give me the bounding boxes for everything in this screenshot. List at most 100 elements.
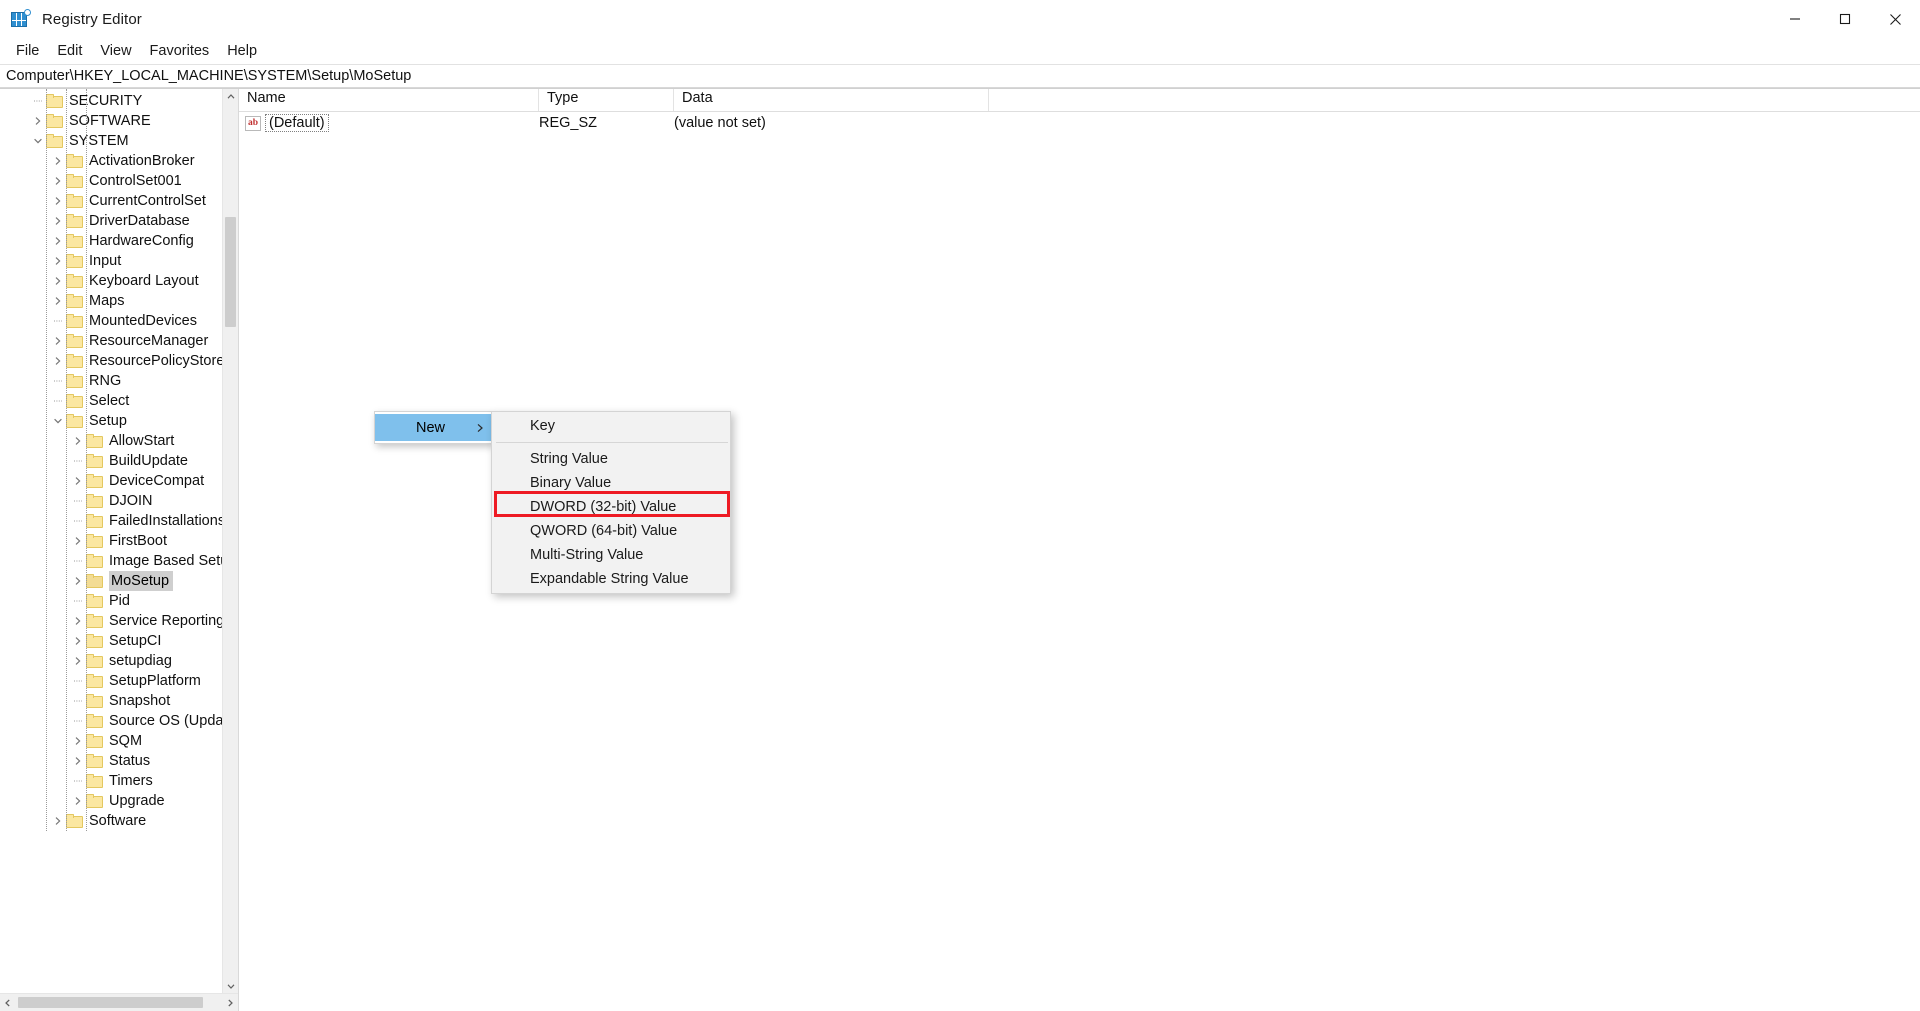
tree-item-currentcontrolset[interactable]: CurrentControlSet <box>0 191 238 211</box>
tree-item-sqm[interactable]: SQM <box>0 731 238 751</box>
chevron-right-icon[interactable] <box>50 171 66 191</box>
context-submenu-new[interactable]: Key String Value Binary Value DWORD (32-… <box>491 411 731 594</box>
maximize-button[interactable] <box>1820 0 1870 38</box>
chevron-down-icon[interactable] <box>30 131 46 151</box>
folder-icon <box>46 134 63 148</box>
tree-item-service-reporting[interactable]: Service Reporting <box>0 611 238 631</box>
tree-item-system[interactable]: SYSTEM <box>0 131 238 151</box>
submenu-item-qword-64bit-value[interactable]: QWORD (64-bit) Value <box>492 519 730 543</box>
chevron-right-icon[interactable] <box>50 211 66 231</box>
submenu-item-binary-value[interactable]: Binary Value <box>492 471 730 495</box>
chevron-right-icon[interactable] <box>70 651 86 671</box>
tree-item-keyboard-layout[interactable]: Keyboard Layout <box>0 271 238 291</box>
chevron-right-icon[interactable] <box>50 331 66 351</box>
chevron-right-icon[interactable] <box>70 611 86 631</box>
tree-item-timers[interactable]: Timers <box>0 771 238 791</box>
tree-item-setup[interactable]: Setup <box>0 411 238 431</box>
menu-favorites[interactable]: Favorites <box>141 40 219 62</box>
tree-item-controlset001[interactable]: ControlSet001 <box>0 171 238 191</box>
tree-item-maps[interactable]: Maps <box>0 291 238 311</box>
tree-item-software[interactable]: Software <box>0 811 238 831</box>
tree-item-select[interactable]: Select <box>0 391 238 411</box>
tree-item-activationbroker[interactable]: ActivationBroker <box>0 151 238 171</box>
tree-item-setupci[interactable]: SetupCI <box>0 631 238 651</box>
tree-item-failedinstallations[interactable]: FailedInstallations <box>0 511 238 531</box>
chevron-right-icon[interactable] <box>70 471 86 491</box>
menu-edit[interactable]: Edit <box>48 40 91 62</box>
column-header-type[interactable]: Type <box>539 89 674 111</box>
tree-item-hardwareconfig[interactable]: HardwareConfig <box>0 231 238 251</box>
tree-item-label: DriverDatabase <box>89 213 190 229</box>
tree-item-resourcemanager[interactable]: ResourceManager <box>0 331 238 351</box>
tree-item-upgrade[interactable]: Upgrade <box>0 791 238 811</box>
scroll-right-arrow-icon[interactable] <box>222 994 238 1011</box>
chevron-right-icon[interactable] <box>70 631 86 651</box>
menu-view[interactable]: View <box>91 40 140 62</box>
chevron-right-icon[interactable] <box>50 811 66 831</box>
tree-scroll-thumb[interactable] <box>225 217 236 327</box>
submenu-item-multi-string-value[interactable]: Multi-String Value <box>492 543 730 567</box>
tree-item-allowstart[interactable]: AllowStart <box>0 431 238 451</box>
tree-item-status[interactable]: Status <box>0 751 238 771</box>
column-header-name[interactable]: Name <box>239 89 539 111</box>
close-button[interactable] <box>1870 0 1920 38</box>
chevron-right-icon[interactable] <box>70 571 86 591</box>
tree-item-mounteddevices[interactable]: MountedDevices <box>0 311 238 331</box>
chevron-right-icon[interactable] <box>50 291 66 311</box>
submenu-item-key[interactable]: Key <box>492 414 730 438</box>
tree-item-snapshot[interactable]: Snapshot <box>0 691 238 711</box>
tree-item-image-based-setup[interactable]: Image Based Setup <box>0 551 238 571</box>
chevron-right-icon[interactable] <box>50 271 66 291</box>
chevron-right-icon[interactable] <box>50 251 66 271</box>
tree-item-setupplatform[interactable]: SetupPlatform <box>0 671 238 691</box>
tree-item-label: CurrentControlSet <box>89 193 206 209</box>
tree-item-resourcepolicystore[interactable]: ResourcePolicyStore <box>0 351 238 371</box>
tree-vertical-scrollbar[interactable] <box>222 89 238 993</box>
chevron-right-icon[interactable] <box>70 431 86 451</box>
tree-item-source-os-updated[interactable]: Source OS (Updated) <box>0 711 238 731</box>
chevron-right-icon[interactable] <box>50 151 66 171</box>
minimize-button[interactable] <box>1770 0 1820 38</box>
chevron-right-icon[interactable] <box>50 191 66 211</box>
chevron-right-icon[interactable] <box>50 231 66 251</box>
chevron-right-icon[interactable] <box>50 351 66 371</box>
tree-item-firstboot[interactable]: FirstBoot <box>0 531 238 551</box>
scroll-up-arrow-icon[interactable] <box>223 89 238 104</box>
tree-item-setupdiag[interactable]: setupdiag <box>0 651 238 671</box>
column-header-data[interactable]: Data <box>674 89 989 111</box>
tree-item-mosetup[interactable]: MoSetup <box>0 571 238 591</box>
address-bar[interactable]: Computer\HKEY_LOCAL_MACHINE\SYSTEM\Setup… <box>0 64 1920 88</box>
context-menu[interactable]: New <box>374 411 493 444</box>
table-row[interactable]: ab (Default) REG_SZ (value not set) <box>239 112 1920 134</box>
scroll-down-arrow-icon[interactable] <box>223 978 238 993</box>
tree-item-pid[interactable]: Pid <box>0 591 238 611</box>
tree-guide-line <box>46 89 48 831</box>
chevron-down-icon[interactable] <box>50 411 66 431</box>
submenu-item-dword-32bit-value[interactable]: DWORD (32-bit) Value <box>492 495 730 519</box>
tree-item-input[interactable]: Input <box>0 251 238 271</box>
tree-item-djoin[interactable]: DJOIN <box>0 491 238 511</box>
chevron-right-icon[interactable] <box>70 731 86 751</box>
tree-item-security[interactable]: SECURITY <box>0 91 238 111</box>
chevron-right-icon[interactable] <box>70 751 86 771</box>
tree-item-rng[interactable]: RNG <box>0 371 238 391</box>
registry-tree[interactable]: SECURITY SOFTWARE SYSTEM ActivationBroker Co… <box>0 89 238 993</box>
chevron-right-icon[interactable] <box>30 111 46 131</box>
tree-item-devicecompat[interactable]: DeviceCompat <box>0 471 238 491</box>
submenu-item-string-value[interactable]: String Value <box>492 447 730 471</box>
chevron-right-icon[interactable] <box>70 531 86 551</box>
menu-help[interactable]: Help <box>218 40 266 62</box>
submenu-item-expandable-string-value[interactable]: Expandable String Value <box>492 567 730 591</box>
tree-item-buildupdate[interactable]: BuildUpdate <box>0 451 238 471</box>
scroll-left-arrow-icon[interactable] <box>0 994 16 1011</box>
menu-file[interactable]: File <box>7 40 48 62</box>
tree-item-label: Status <box>109 753 151 769</box>
context-menu-item-new[interactable]: New <box>375 414 492 441</box>
tree-item-driverdatabase[interactable]: DriverDatabase <box>0 211 238 231</box>
chevron-right-icon[interactable] <box>70 791 86 811</box>
window-title: Registry Editor <box>42 10 142 28</box>
tree-hscroll-thumb[interactable] <box>18 997 203 1008</box>
tree-item-label: Source OS (Updated) <box>109 713 238 729</box>
tree-item-software[interactable]: SOFTWARE <box>0 111 238 131</box>
tree-horizontal-scrollbar[interactable] <box>0 993 238 1011</box>
